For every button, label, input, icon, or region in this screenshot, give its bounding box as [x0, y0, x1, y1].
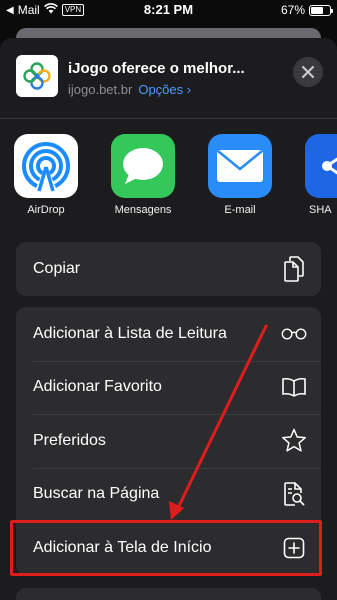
- action-add-reading-list[interactable]: Adicionar à Lista de Leitura: [16, 307, 321, 361]
- battery-icon: [309, 4, 333, 16]
- site-thumbnail: [16, 55, 58, 97]
- page-domain: ijogo.bet.br: [68, 82, 133, 97]
- share-app-messages[interactable]: Mensagens: [111, 134, 175, 216]
- app-label: E-mail: [224, 204, 256, 216]
- app-label: AirDrop: [27, 204, 65, 216]
- action-label: Adicionar Favorito: [33, 378, 162, 396]
- close-button[interactable]: [293, 57, 323, 87]
- options-link[interactable]: Opções ›: [138, 82, 191, 97]
- page-subtitle: ijogo.bet.br Opções ›: [68, 82, 191, 97]
- shareit-icon: [305, 134, 337, 198]
- screen: ◀ Mail VPN 8:21 PM 67% iJogo oferece o m…: [0, 0, 337, 600]
- status-right: 67%: [280, 3, 333, 17]
- action-copy[interactable]: Copiar: [16, 242, 321, 296]
- copy-icon: [281, 255, 307, 282]
- page-title: iJogo oferece o melhor...: [68, 60, 245, 77]
- status-bar: ◀ Mail VPN 8:21 PM 67%: [0, 0, 337, 20]
- next-group: [16, 588, 321, 600]
- highlight-box: [10, 520, 322, 576]
- share-app-row: AirDrop Mensagens E-mail SHA: [0, 134, 337, 224]
- close-icon: [302, 66, 314, 78]
- action-label: Preferidos: [33, 431, 106, 449]
- action-favorites[interactable]: Preferidos: [16, 414, 321, 468]
- action-find-on-page[interactable]: Buscar na Página: [16, 467, 321, 522]
- book-icon: [281, 374, 307, 400]
- battery-percent: 67%: [280, 3, 305, 17]
- action-label: Adicionar à Lista de Leitura: [33, 324, 227, 342]
- copy-group: Copiar: [16, 242, 321, 296]
- action-label: Buscar na Página: [33, 485, 160, 503]
- app-label: SHA: [309, 204, 332, 216]
- action-add-bookmark[interactable]: Adicionar Favorito: [16, 360, 321, 415]
- share-app-shareit[interactable]: SHA: [305, 134, 337, 216]
- ijogo-logo-icon: [23, 62, 51, 90]
- app-label: Mensagens: [114, 204, 172, 216]
- find-in-page-icon: [281, 481, 307, 507]
- header-divider: [0, 118, 337, 119]
- share-header: iJogo oferece o melhor... ijogo.bet.br Op…: [0, 38, 337, 116]
- action-label: Copiar: [33, 259, 81, 277]
- glasses-icon: [281, 321, 307, 347]
- share-app-airdrop[interactable]: AirDrop: [14, 134, 78, 216]
- share-sheet: iJogo oferece o melhor... ijogo.bet.br Op…: [0, 38, 337, 600]
- mail-icon: [208, 134, 272, 198]
- battery-fill: [311, 6, 324, 14]
- share-app-mail[interactable]: E-mail: [208, 134, 272, 216]
- star-icon: [281, 428, 307, 454]
- messages-icon: [111, 134, 175, 198]
- airdrop-icon: [14, 134, 78, 198]
